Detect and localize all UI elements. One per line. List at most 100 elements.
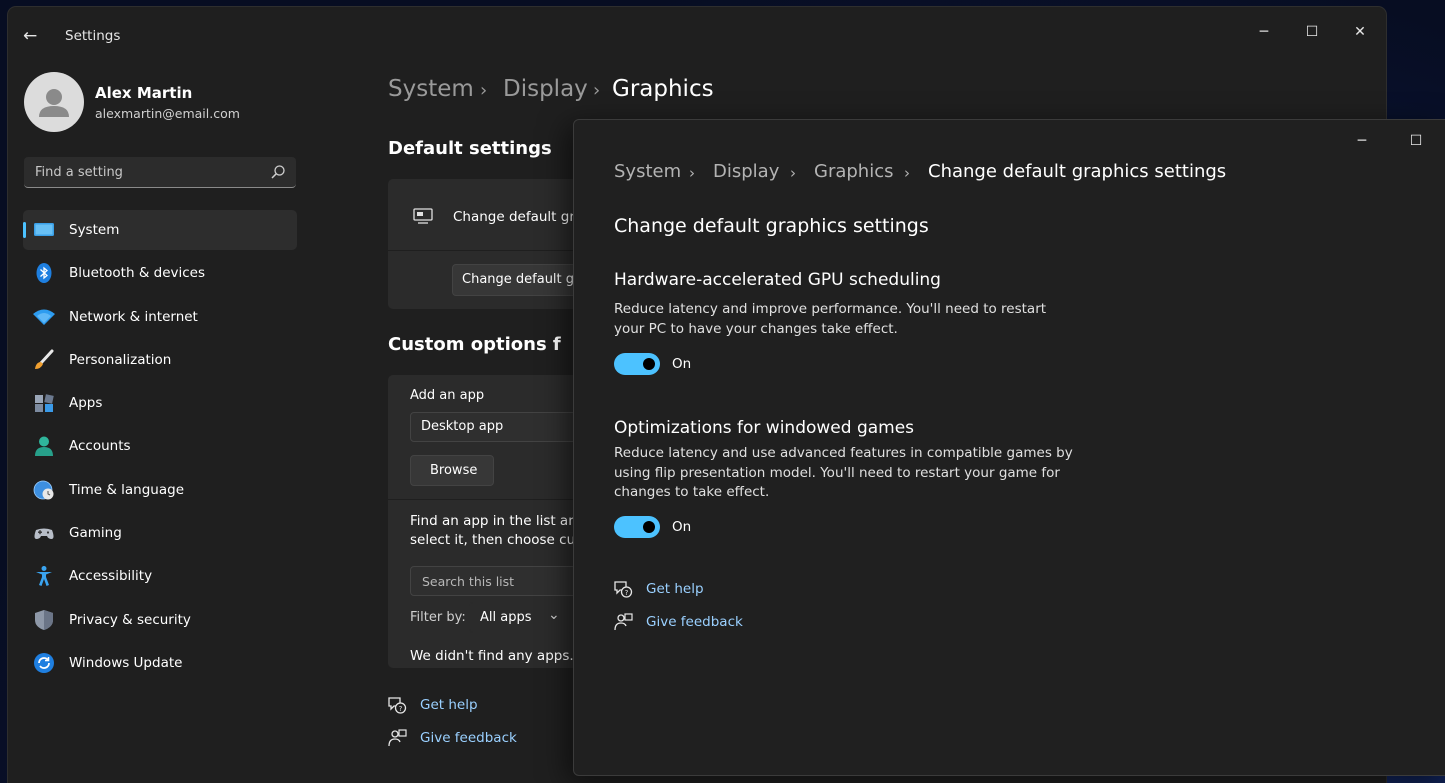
svg-text:?: ? (625, 589, 629, 597)
dialog-breadcrumb-current: Change default graphics settings (928, 161, 1227, 182)
sidebar-item-label: Apps (69, 395, 103, 412)
person-icon (39, 89, 69, 117)
description-line: Reduce latency and use advanced features… (614, 445, 1073, 461)
sidebar-item-label: Bluetooth & devices (69, 265, 206, 282)
custom-options-heading: Custom options f (388, 334, 561, 355)
find-app-text: select it, then choose cu (410, 532, 576, 548)
sidebar-item-accessibility[interactable]: Accessibility (23, 556, 297, 596)
sidebar-item-label: Accessibility (69, 568, 153, 585)
title-bar: ← Settings ─ ☐ ✕ (8, 7, 1386, 65)
app-title: Settings (65, 28, 121, 44)
globe-clock-icon (33, 480, 54, 500)
dialog-title: Change default graphics settings (614, 215, 929, 237)
sidebar-item-label: Time & language (69, 481, 185, 498)
sidebar-item-label: Personalization (69, 351, 172, 368)
shield-icon (35, 609, 53, 630)
breadcrumb-chevron-icon: › (689, 164, 695, 182)
maximize-button[interactable]: ☐ (1290, 15, 1334, 49)
sidebar-item-label: Windows Update (69, 654, 183, 671)
sidebar-nav: System Bluetooth & devices Network & int… (23, 210, 297, 686)
gpu-scheduling-toggle[interactable] (614, 353, 660, 375)
browse-button[interactable]: Browse (410, 455, 494, 486)
dialog-give-feedback-link[interactable]: Give feedback (646, 614, 743, 630)
breadcrumb-chevron-icon: › (480, 80, 488, 101)
sidebar-item-network[interactable]: Network & internet (23, 297, 297, 337)
gamepad-icon (34, 528, 54, 540)
search-list-placeholder: Search this list (422, 574, 515, 589)
add-app-label: Add an app (410, 388, 485, 403)
windowed-games-heading: Optimizations for windowed games (614, 418, 915, 438)
help-icon: ? (614, 581, 633, 598)
sidebar-item-bluetooth[interactable]: Bluetooth & devices (23, 253, 297, 293)
accessibility-icon (36, 566, 52, 587)
graphics-settings-dialog: ─ ☐ System › Display › Graphics › Change… (573, 119, 1445, 776)
dialog-breadcrumb-graphics[interactable]: Graphics (814, 161, 894, 182)
button-label: Browse (430, 463, 478, 478)
avatar[interactable] (24, 72, 84, 132)
default-settings-heading: Default settings (388, 138, 552, 159)
page-title: Graphics (612, 76, 714, 102)
sidebar-item-label: Gaming (69, 525, 122, 542)
feedback-icon (614, 613, 633, 631)
accounts-icon (35, 436, 53, 457)
dialog-minimize-button[interactable]: ─ (1340, 124, 1384, 158)
dialog-get-help-link[interactable]: Get help (646, 581, 704, 597)
windowed-games-toggle[interactable] (614, 516, 660, 538)
minimize-button[interactable]: ─ (1242, 15, 1286, 49)
sidebar-item-windows-update[interactable]: Windows Update (23, 643, 297, 683)
sidebar-item-label: Privacy & security (69, 611, 191, 628)
sidebar-item-apps[interactable]: Apps (23, 383, 297, 423)
chevron-down-icon: ⌄ (548, 607, 560, 623)
breadcrumb-chevron-icon: › (593, 80, 601, 101)
change-default-row-label: Change default gra (453, 209, 584, 225)
windowed-games-description: Reduce latency and use advanced features… (614, 444, 1073, 503)
description-line: using flip presentation model. You'll ne… (614, 464, 1060, 481)
sidebar-item-label: Accounts (69, 438, 131, 455)
gpu-scheduling-description: Reduce latency and improve performance. … (614, 300, 1046, 339)
dialog-breadcrumb-display[interactable]: Display (713, 161, 779, 182)
windowed-games-state: On (672, 519, 692, 535)
breadcrumb-chevron-icon: › (790, 164, 796, 182)
give-feedback-link[interactable]: Give feedback (420, 730, 517, 746)
bluetooth-icon (36, 263, 52, 284)
update-icon (34, 652, 54, 673)
app-type-value: Desktop app (421, 419, 504, 434)
description-line: your PC to have your changes take effect… (614, 320, 898, 337)
back-arrow-icon[interactable]: ← (23, 25, 45, 47)
empty-list-text: We didn't find any apps. (410, 648, 574, 664)
system-icon (34, 223, 54, 236)
close-button[interactable]: ✕ (1338, 15, 1382, 49)
sidebar-item-label: System (69, 222, 120, 238)
sidebar-item-gaming[interactable]: Gaming (23, 513, 297, 553)
help-icon: ? (388, 697, 407, 714)
sidebar-item-system[interactable]: System (23, 210, 297, 250)
monitor-icon (413, 208, 433, 224)
feedback-icon (388, 729, 407, 747)
dialog-breadcrumb-system[interactable]: System (614, 161, 681, 182)
svg-text:?: ? (399, 705, 403, 713)
description-line: Reduce latency and improve performance. … (614, 301, 1047, 317)
brush-icon (35, 349, 54, 369)
filter-value: All apps (480, 610, 532, 625)
breadcrumb-display[interactable]: Display (503, 76, 588, 102)
search-icon (271, 165, 285, 179)
breadcrumb-chevron-icon: › (904, 164, 910, 182)
sidebar-item-time-language[interactable]: Time & language (23, 470, 297, 510)
sidebar-item-privacy-security[interactable]: Privacy & security (23, 600, 297, 640)
filter-label: Filter by: (410, 610, 466, 625)
description-line: changes to take effect. (614, 484, 770, 500)
gpu-scheduling-heading: Hardware-accelerated GPU scheduling (614, 270, 941, 290)
filter-dropdown[interactable]: All apps ⌄ (469, 602, 572, 633)
search-input[interactable]: Find a setting (24, 157, 296, 188)
find-app-text: Find an app in the list ar (410, 513, 574, 529)
wifi-icon (33, 309, 55, 325)
gpu-scheduling-state: On (672, 356, 692, 372)
apps-icon (35, 394, 54, 413)
search-placeholder: Find a setting (35, 165, 123, 180)
sidebar-item-accounts[interactable]: Accounts (23, 426, 297, 466)
dialog-maximize-button[interactable]: ☐ (1394, 124, 1438, 158)
profile-email: alexmartin@email.com (95, 106, 240, 121)
get-help-link[interactable]: Get help (420, 697, 478, 713)
sidebar-item-personalization[interactable]: Personalization (23, 340, 297, 380)
breadcrumb-system[interactable]: System (388, 76, 474, 102)
